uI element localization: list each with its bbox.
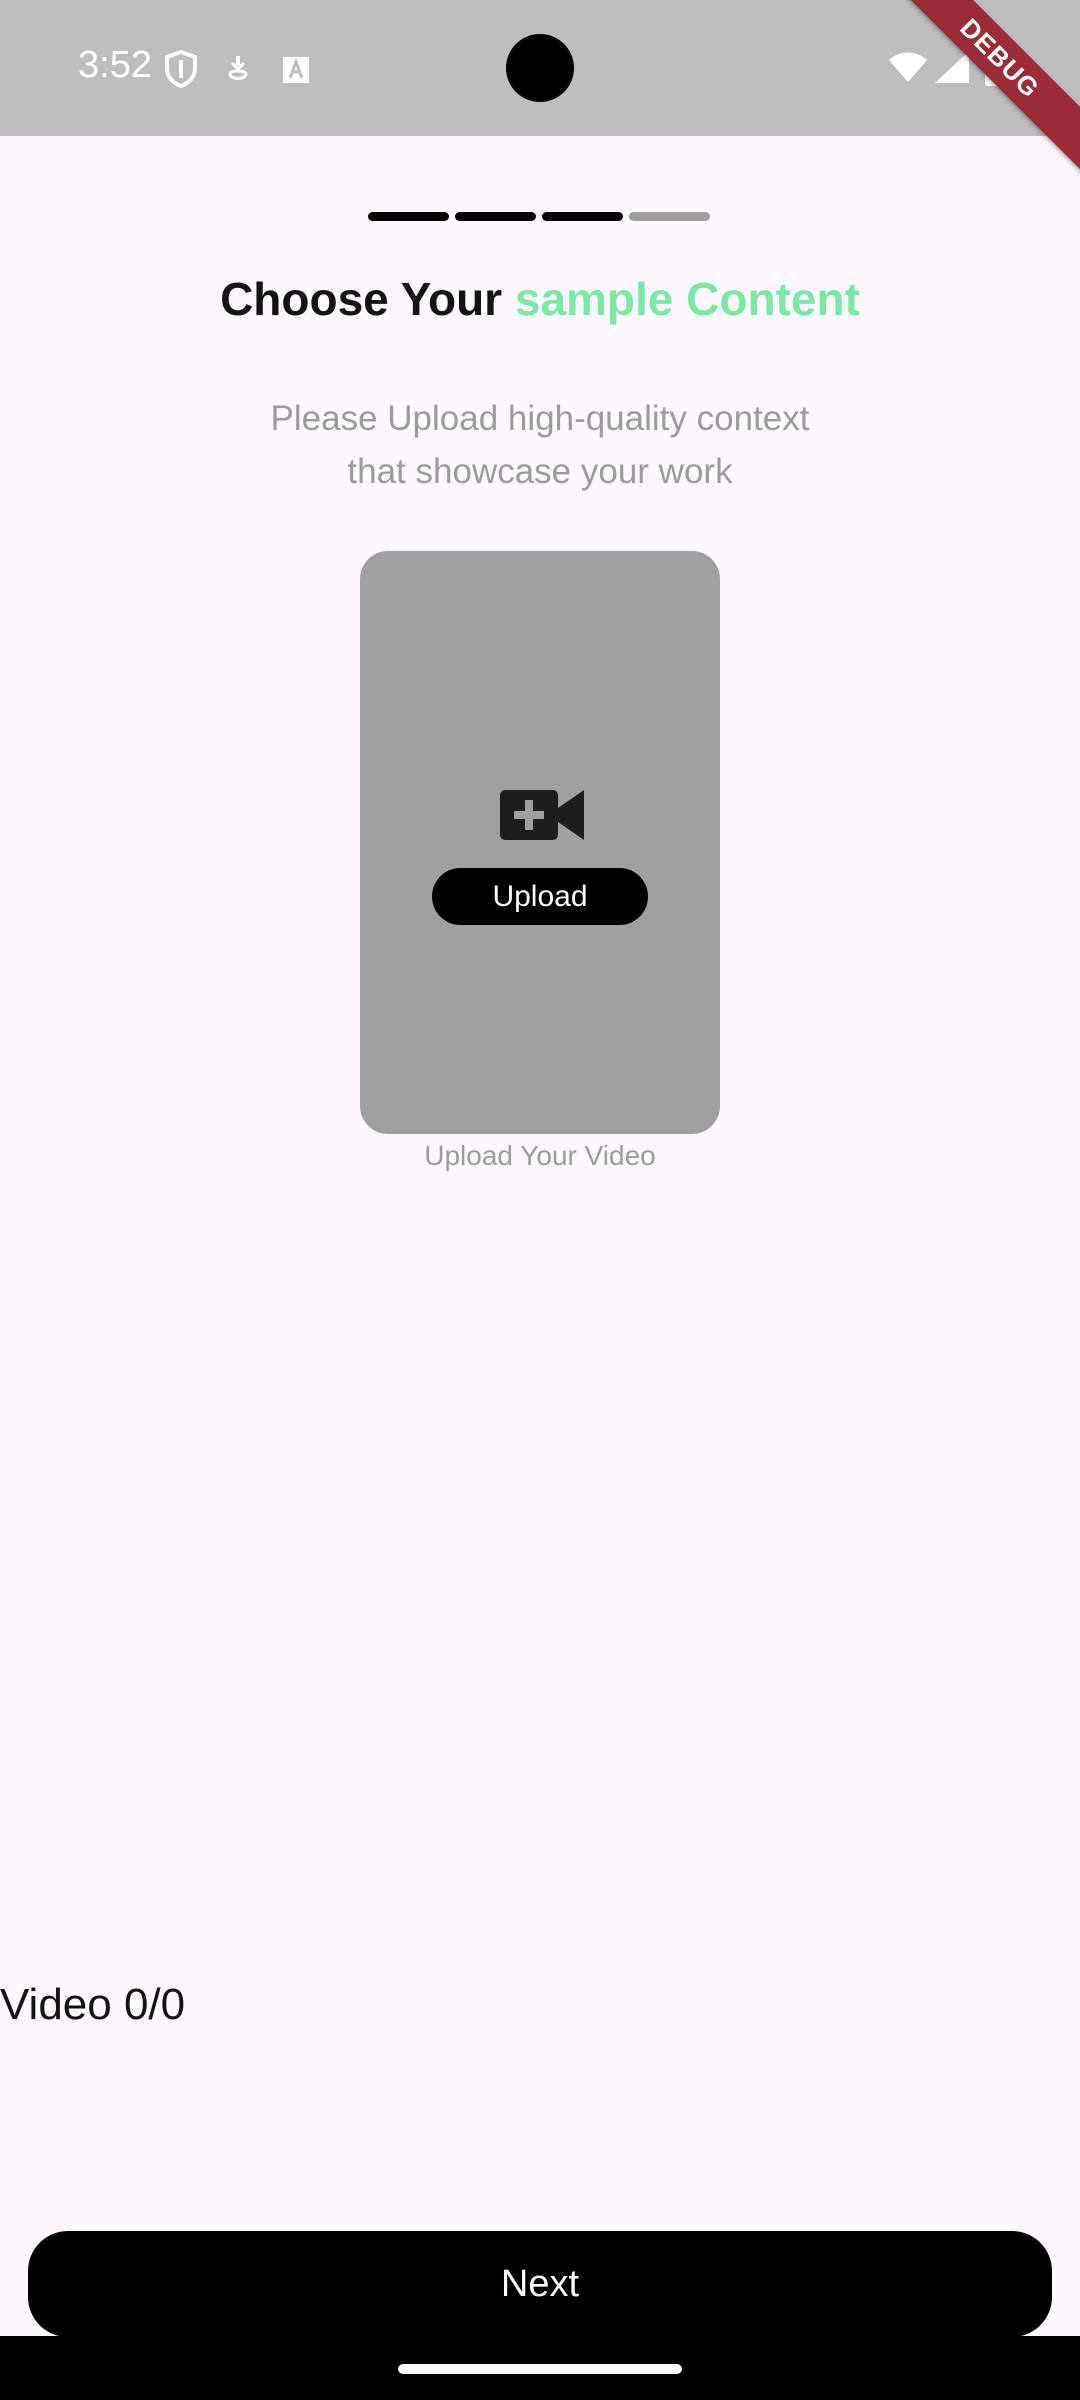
upload-button[interactable]: Upload [432, 868, 648, 925]
shield-icon [165, 50, 197, 88]
progress-step-2 [455, 212, 536, 221]
status-time: 3:52 [78, 44, 152, 86]
page-title: Choose Your sample Content [0, 272, 1080, 326]
wifi-icon [889, 52, 927, 82]
title-prefix: Choose Your [220, 273, 515, 325]
video-count-label: Video 0/0 [0, 1980, 186, 2029]
progress-step-4 [629, 212, 710, 221]
download-icon [228, 56, 248, 80]
home-indicator[interactable] [398, 2364, 682, 2374]
system-navigation-bar [0, 2336, 1080, 2400]
title-accent: sample Content [514, 273, 860, 325]
step-progress-indicator [368, 212, 710, 221]
progress-step-3 [542, 212, 623, 221]
signal-icon [935, 51, 969, 83]
video-upload-card[interactable]: Upload [360, 551, 720, 1134]
video-plus-icon [500, 790, 584, 840]
upload-caption: Upload Your Video [424, 1140, 656, 1171]
camera-cutout [506, 34, 574, 102]
progress-step-1 [368, 212, 449, 221]
page-subtitle: Please Upload high-quality context that … [180, 392, 900, 498]
text-a-icon [283, 57, 309, 83]
next-button[interactable]: Next [28, 2231, 1052, 2337]
subtitle-line-2: that showcase your work [347, 452, 733, 491]
status-bar: 3:52 [0, 0, 1080, 136]
subtitle-line-1: Please Upload high-quality context [270, 399, 810, 438]
